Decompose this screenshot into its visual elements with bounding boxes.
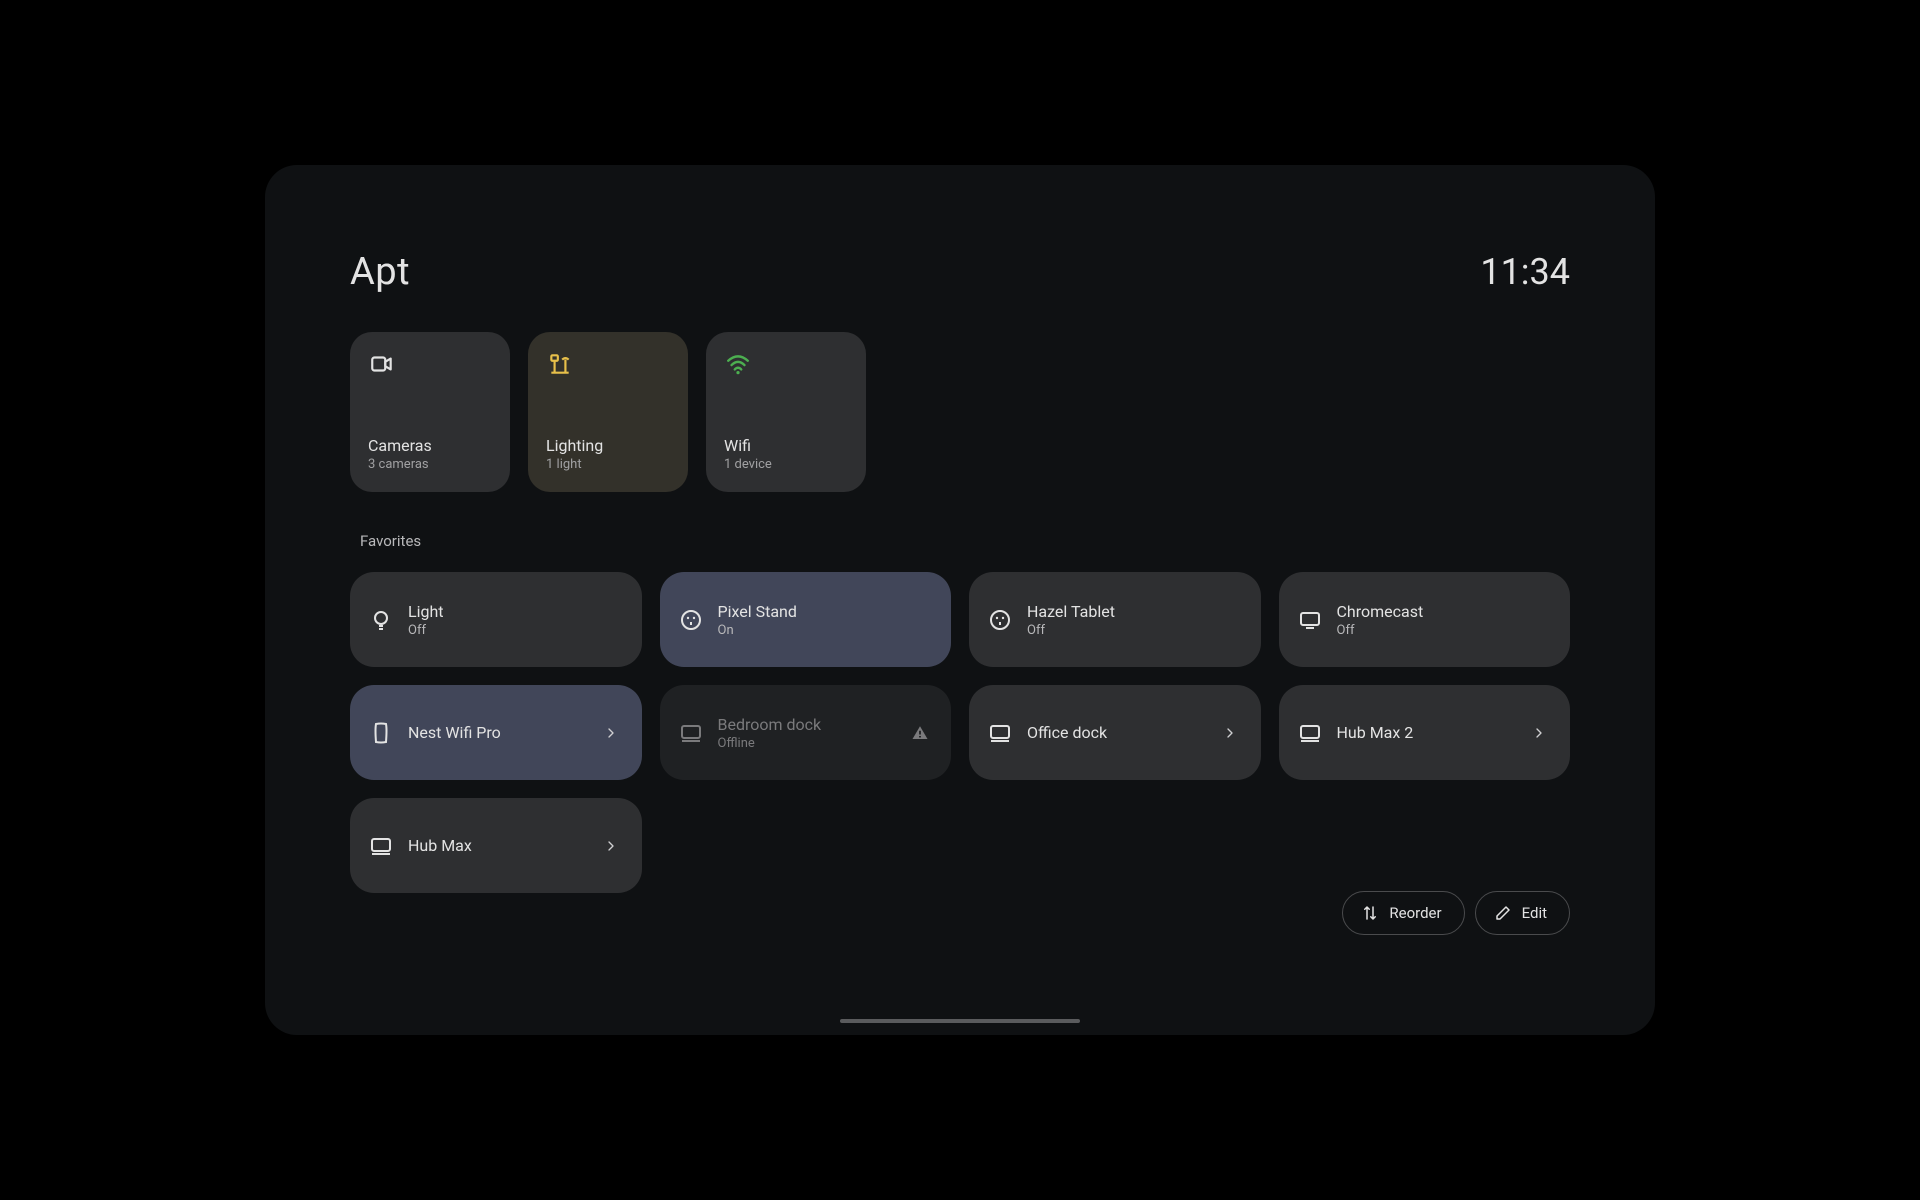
category-lighting[interactable]: Lighting 1 light [528,332,688,492]
favorite-text: Office dock [1027,723,1207,742]
bottom-actions: Reorder Edit [1342,891,1570,935]
chevron-right-icon [602,837,620,855]
router-icon [368,720,394,746]
category-label: Wifi [724,436,848,455]
favorite-tile[interactable]: Pixel Stand On [660,572,952,667]
favorites-grid: LightOffPixel StandOnHazel TabletOffChro… [350,572,1570,893]
display-icon [1297,720,1323,746]
favorite-text: Hazel Tablet Off [1027,602,1239,638]
favorites-label: Favorites [360,532,1570,550]
favorite-text: Nest Wifi Pro [408,723,588,742]
outlet-icon [987,607,1013,633]
reorder-label: Reorder [1389,904,1441,922]
favorite-text: Pixel Stand On [718,602,930,638]
favorite-text: Light Off [408,602,620,638]
display-icon [678,720,704,746]
favorite-name: Nest Wifi Pro [408,723,588,742]
category-sub: 1 device [724,457,848,472]
home-screen: Apt 11:34 Cameras 3 cameras Lighting 1 l… [265,165,1655,1035]
category-row: Cameras 3 cameras Lighting 1 light Wifi … [350,332,1570,492]
reorder-icon [1361,904,1379,922]
favorite-tile[interactable]: Chromecast Off [1279,572,1571,667]
favorite-name: Office dock [1027,723,1207,742]
favorite-text: Hub Max [408,836,588,855]
favorite-tile[interactable]: Hub Max [350,798,642,893]
display-icon [987,720,1013,746]
favorite-tile[interactable]: Hazel Tablet Off [969,572,1261,667]
favorite-tile[interactable]: Bedroom dock Offline [660,685,952,780]
header: Apt 11:34 [350,250,1570,294]
edit-button[interactable]: Edit [1475,891,1570,935]
favorite-tile[interactable]: Hub Max 2 [1279,685,1571,780]
favorite-status: Off [1337,623,1549,638]
favorite-status: On [718,623,930,638]
wifi-icon [724,350,752,378]
chevron-right-icon [1530,724,1548,742]
favorite-name: Bedroom dock [718,715,898,734]
outlet-icon [678,607,704,633]
display-icon [368,833,394,859]
category-label: Lighting [546,436,670,455]
favorite-name: Hub Max [408,836,588,855]
category-wifi[interactable]: Wifi 1 device [706,332,866,492]
home-title: Apt [350,250,410,294]
bulb-icon [368,607,394,633]
reorder-button[interactable]: Reorder [1342,891,1464,935]
favorite-name: Hub Max 2 [1337,723,1517,742]
favorite-status: Off [408,623,620,638]
chevron-right-icon [1221,724,1239,742]
favorite-status: Offline [718,736,898,751]
edit-label: Edit [1522,904,1547,922]
favorite-tile[interactable]: Light Off [350,572,642,667]
favorite-status: Off [1027,623,1239,638]
favorite-name: Chromecast [1337,602,1549,621]
edit-icon [1494,904,1512,922]
favorite-tile[interactable]: Office dock [969,685,1261,780]
warning-icon [911,724,929,742]
nav-handle[interactable] [840,1019,1080,1023]
category-sub: 1 light [546,457,670,472]
category-cameras[interactable]: Cameras 3 cameras [350,332,510,492]
favorite-name: Hazel Tablet [1027,602,1239,621]
clock: 11:34 [1480,251,1570,293]
category-sub: 3 cameras [368,457,492,472]
favorite-name: Light [408,602,620,621]
category-label: Cameras [368,436,492,455]
favorite-name: Pixel Stand [718,602,930,621]
camera-icon [368,350,396,378]
lighting-icon [546,350,574,378]
favorite-tile[interactable]: Nest Wifi Pro [350,685,642,780]
favorite-text: Hub Max 2 [1337,723,1517,742]
favorite-text: Bedroom dock Offline [718,715,898,751]
tv-icon [1297,607,1323,633]
chevron-right-icon [602,724,620,742]
favorite-text: Chromecast Off [1337,602,1549,638]
